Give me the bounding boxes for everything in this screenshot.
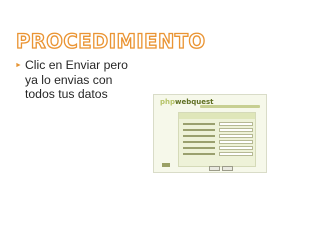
form-row-label xyxy=(183,141,215,143)
form-row-field xyxy=(219,152,253,156)
form-row xyxy=(183,140,253,144)
arrow-bullet-icon: ► xyxy=(15,62,22,69)
form-row-label xyxy=(183,123,215,125)
bullet-text: Clic en Enviar pero ya lo envias con tod… xyxy=(25,58,128,102)
language-bar xyxy=(200,105,260,108)
form-row-label xyxy=(183,135,215,137)
form-row-field xyxy=(219,146,253,150)
form-row xyxy=(183,146,253,150)
form-row-label xyxy=(183,147,215,149)
form-header xyxy=(179,113,255,119)
form-row-field xyxy=(219,134,253,138)
form-row xyxy=(183,134,253,138)
bullet-line: Clic en Enviar pero xyxy=(25,58,128,72)
form-row xyxy=(183,122,253,126)
slide: PROCEDIMIENTO ► Clic en Enviar pero ya l… xyxy=(0,0,320,240)
form-row-label xyxy=(183,153,215,155)
form-row-field xyxy=(219,128,253,132)
form-row xyxy=(183,152,253,156)
small-logo-icon xyxy=(162,163,170,167)
bullet-line: ya lo envias con xyxy=(25,72,113,87)
bullet-line: todos tus datos xyxy=(25,87,108,101)
form-buttons xyxy=(209,158,235,176)
slide-title: PROCEDIMIENTO xyxy=(15,29,206,53)
logo-php: php xyxy=(160,98,176,106)
form-row-field xyxy=(219,140,253,144)
form-reset-button-image xyxy=(222,166,233,171)
form-row xyxy=(183,128,253,132)
embedded-screenshot: phpwebquest xyxy=(153,94,267,173)
bullet-list: ► Clic en Enviar pero ya lo envias con t… xyxy=(15,58,155,102)
bullet-item: ► Clic en Enviar pero ya lo envias con t… xyxy=(15,58,155,102)
form-submit-button-image xyxy=(209,166,220,171)
form-row-field xyxy=(219,122,253,126)
form-row-label xyxy=(183,129,215,131)
registration-form-image xyxy=(178,112,256,171)
